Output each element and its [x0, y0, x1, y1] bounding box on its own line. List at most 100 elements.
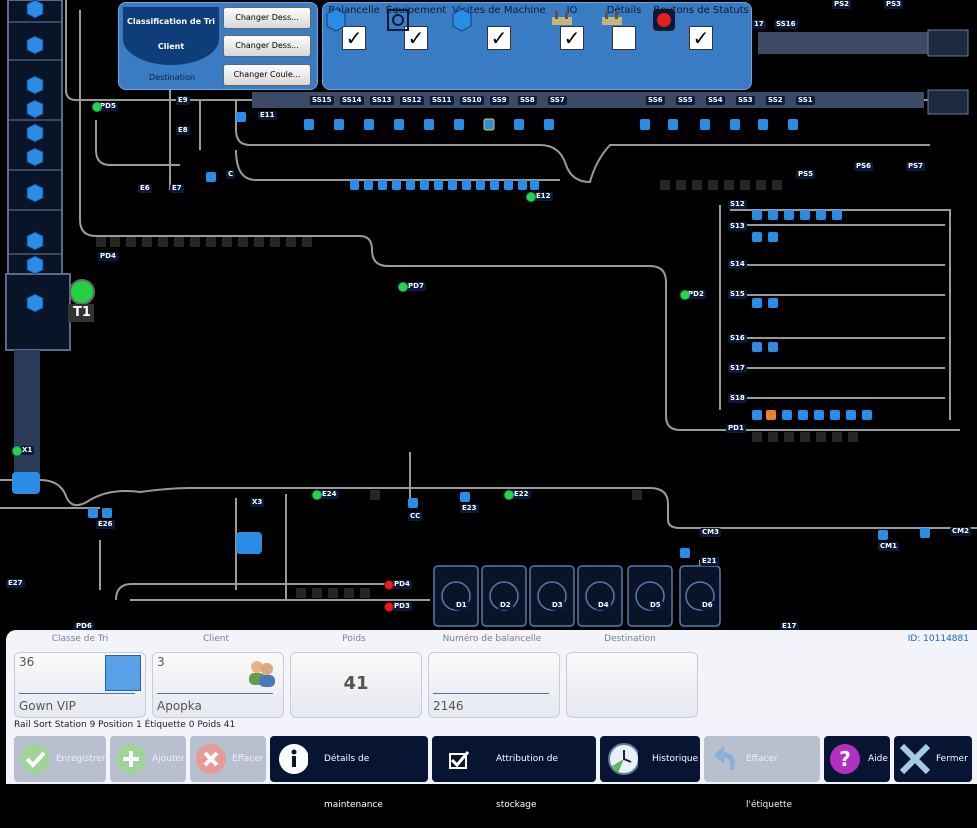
map-label[interactable]: SS4 — [706, 96, 725, 105]
map-label[interactable]: PS3 — [884, 0, 904, 9]
map-label[interactable]: SS14 — [340, 96, 364, 105]
map-label[interactable]: X3 — [250, 498, 265, 507]
map-label[interactable]: PD7 — [406, 282, 426, 291]
map-label[interactable]: C — [226, 170, 236, 179]
classification-oval[interactable]: Classification de Tri Client — [123, 7, 219, 65]
map-label[interactable]: SS8 — [518, 96, 537, 105]
map-label[interactable]: X1 — [20, 446, 35, 455]
map-label[interactable]: PD4 — [98, 252, 118, 261]
map-label[interactable]: SS11 — [430, 96, 454, 105]
help-icon: ? — [830, 744, 860, 774]
weight-card[interactable]: 41 — [290, 652, 422, 718]
maintenance-details-button[interactable]: Détails de maintenance — [270, 736, 428, 810]
hanger-card[interactable]: 2146 — [428, 652, 560, 718]
map-label[interactable]: E7 — [170, 184, 184, 193]
map-label[interactable]: E27 — [6, 579, 25, 588]
map-label[interactable]: SS13 — [370, 96, 394, 105]
map-label[interactable]: D5 — [648, 601, 663, 610]
map-label[interactable]: E24 — [320, 490, 339, 499]
map-label[interactable]: E9 — [176, 96, 190, 105]
toggle-io[interactable]: IO ✓ — [549, 5, 595, 50]
map-label[interactable]: E11 — [258, 111, 277, 120]
map-label[interactable]: SS1 — [796, 96, 815, 105]
map-label[interactable]: SS10 — [460, 96, 484, 105]
toggle-status-buttons[interactable]: Boutons de Statuts ✓ — [651, 5, 751, 50]
toggle-equipement[interactable]: Équipement ✓ — [385, 5, 447, 50]
storage-assignment-button[interactable]: Attribution de stockage — [432, 736, 596, 810]
map-label[interactable]: E17 — [780, 622, 799, 630]
clear-label-button[interactable]: Effacer l'étiquette — [704, 736, 820, 810]
map-label[interactable]: PD6 — [74, 622, 94, 630]
delete-button[interactable]: Effacer — [190, 736, 266, 782]
machine-icon — [387, 9, 409, 31]
map-label[interactable]: PD3 — [392, 602, 412, 611]
status-light-red — [384, 580, 394, 590]
add-button[interactable]: Ajouter — [110, 736, 186, 782]
map-label[interactable]: D3 — [550, 601, 565, 610]
map-label[interactable]: D1 — [454, 601, 469, 610]
map-label[interactable]: E23 — [460, 504, 479, 513]
class-card[interactable]: 36 Gown VIP — [14, 652, 146, 718]
map-label[interactable]: SS7 — [548, 96, 567, 105]
map-label[interactable]: S12 — [728, 200, 747, 209]
map-label[interactable]: E8 — [176, 126, 190, 135]
header-client: Client — [202, 634, 230, 644]
map-label[interactable]: PD1 — [726, 424, 746, 433]
class-icon — [105, 655, 141, 691]
map-label[interactable]: E12 — [534, 192, 553, 201]
map-label[interactable]: PD4 — [392, 580, 412, 589]
classification-panel: Classification de Tri Client Destination… — [118, 2, 318, 90]
map-label[interactable]: S15 — [728, 290, 747, 299]
map-label[interactable]: PS7 — [906, 162, 926, 171]
change-design-button-2[interactable]: Changer Dess... — [223, 35, 311, 57]
help-button[interactable]: ? Aide — [824, 736, 890, 782]
toggle-machine-visits[interactable]: Visites de Machine ✓ — [449, 5, 549, 50]
map-label[interactable]: S17 — [728, 364, 747, 373]
map-label[interactable]: 17 — [752, 20, 766, 29]
map-label[interactable]: E21 — [700, 557, 719, 566]
plus-icon — [116, 744, 146, 774]
change-design-button[interactable]: Changer Dess... — [223, 7, 311, 29]
map-label[interactable]: E26 — [96, 520, 115, 529]
client-card[interactable]: 3 Apopka — [152, 652, 284, 718]
map-label[interactable]: CM3 — [700, 528, 721, 537]
status-light — [12, 446, 22, 456]
map-label[interactable]: E22 — [512, 490, 531, 499]
divider — [19, 693, 135, 694]
client-number: 3 — [157, 655, 165, 669]
checkbox[interactable]: ✓ — [689, 26, 713, 50]
toggle-balancelle[interactable]: Balancelle ✓ — [323, 5, 385, 50]
history-button[interactable]: Historique — [600, 736, 700, 782]
map-label[interactable]: SS3 — [736, 96, 755, 105]
change-color-button[interactable]: Changer Coule... — [223, 64, 311, 86]
map-label[interactable]: PS6 — [854, 162, 874, 171]
map-label[interactable]: S18 — [728, 394, 747, 403]
map-label[interactable]: PS2 — [832, 0, 852, 9]
map-label[interactable]: CM1 — [878, 542, 899, 551]
map-label[interactable]: S16 — [728, 334, 747, 343]
station-t1-label[interactable]: T1 — [70, 305, 94, 321]
destination-card[interactable] — [566, 652, 698, 718]
map-label[interactable]: S13 — [728, 222, 747, 231]
map-label[interactable]: SS6 — [646, 96, 665, 105]
map-label[interactable]: D6 — [700, 601, 715, 610]
close-button[interactable]: Fermer — [894, 736, 972, 782]
map-label[interactable]: SS2 — [766, 96, 785, 105]
map-label[interactable]: SS12 — [400, 96, 424, 105]
map-label[interactable]: CC — [408, 512, 423, 521]
map-label[interactable]: D4 — [596, 601, 611, 610]
map-label[interactable]: S14 — [728, 260, 747, 269]
status-light — [504, 490, 514, 500]
map-label[interactable]: CM2 — [950, 527, 971, 536]
map-label[interactable]: E6 — [138, 184, 152, 193]
map-label[interactable]: SS5 — [676, 96, 695, 105]
map-label[interactable]: SS9 — [490, 96, 509, 105]
header-class: Classe de Tri — [51, 634, 109, 644]
map-label[interactable]: SS15 — [310, 96, 334, 105]
save-button[interactable]: Enregistrer — [14, 736, 106, 782]
map-label[interactable]: PS5 — [796, 170, 816, 179]
map-label[interactable]: SS16 — [774, 20, 798, 29]
map-label[interactable]: D2 — [498, 601, 513, 610]
toggle-details[interactable]: Détails — [599, 5, 649, 50]
checkbox[interactable]: ✓ — [487, 26, 511, 50]
